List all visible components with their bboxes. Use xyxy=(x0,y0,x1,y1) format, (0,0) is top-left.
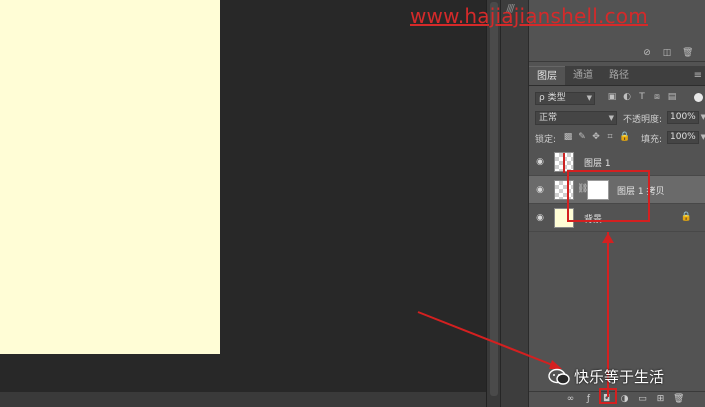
opacity-label: 不透明度: xyxy=(623,115,663,125)
blend-row: 正常 ▼ 不透明度: 100% ▼ xyxy=(529,109,705,127)
fill-value: 100% xyxy=(670,132,696,142)
opacity-value: 100% xyxy=(670,112,696,122)
layers-bottom-toolbar: ∞ ƒ ◘ ◑ ▭ ⊞ 🗑 xyxy=(529,391,705,407)
status-bar xyxy=(0,392,486,407)
filter-toggle[interactable] xyxy=(694,93,703,102)
chevron-down-icon[interactable]: ▼ xyxy=(701,113,705,121)
lock-artboard-icon[interactable]: ⌗ xyxy=(605,132,615,142)
document-canvas[interactable] xyxy=(0,0,220,354)
wechat-logo-icon xyxy=(548,368,570,385)
layer-name[interactable]: 图层 1 xyxy=(584,156,611,169)
wechat-badge: 快乐等于生活 xyxy=(548,366,664,387)
adjustment-layer-icon[interactable]: ◑ xyxy=(619,394,630,405)
visibility-eye-icon[interactable]: ◉ xyxy=(535,213,545,223)
visibility-eye-icon[interactable]: ◉ xyxy=(535,157,545,167)
lock-position-icon[interactable]: ✥ xyxy=(591,132,601,142)
delete-layer-icon[interactable]: 🗑 xyxy=(673,394,684,405)
chevron-down-icon[interactable]: ▼ xyxy=(701,133,705,141)
new-layer-icon[interactable]: ⊞ xyxy=(655,394,666,405)
lock-icon: 🔒 xyxy=(680,212,692,222)
shape-filter-icon[interactable]: ⧈ xyxy=(652,92,662,102)
lock-all-icon[interactable]: 🔒 xyxy=(619,132,630,142)
lock-pixels-icon[interactable]: ▩ xyxy=(563,132,573,142)
filter-kind-value: ρ 类型 xyxy=(539,93,566,103)
tab-paths[interactable]: 路径 xyxy=(601,66,637,85)
trash-icon[interactable]: 🗑 xyxy=(682,48,693,58)
opacity-input[interactable]: 100% xyxy=(667,111,699,124)
annotation-highlight-mask xyxy=(567,170,650,222)
lock-row: 锁定: ▩ ✎ ✥ ⌗ 🔒 填充: 100% ▼ xyxy=(529,129,705,147)
fill-input[interactable]: 100% xyxy=(667,131,699,144)
blend-mode-value: 正常 xyxy=(539,113,558,123)
filter-kind-select[interactable]: ρ 类型 ▼ xyxy=(535,92,595,105)
adjust-filter-icon[interactable]: ◐ xyxy=(622,92,632,102)
wechat-account-name: 快乐等于生活 xyxy=(574,368,665,386)
vertical-scrollbar[interactable] xyxy=(486,0,500,407)
lock-paint-icon[interactable]: ✎ xyxy=(577,132,587,142)
smart-filter-icon[interactable]: ▤ xyxy=(667,92,677,102)
chevron-down-icon: ▼ xyxy=(586,94,592,102)
lock-label: 锁定: xyxy=(535,135,557,145)
prohibit-icon[interactable]: ⊘ xyxy=(642,48,652,58)
fx-icon[interactable]: ƒ xyxy=(583,394,594,405)
new-group-icon[interactable]: ▭ xyxy=(637,394,648,405)
annotation-highlight-mask-button xyxy=(599,388,617,404)
new-snapshot-icon[interactable]: ◫ xyxy=(662,48,672,58)
layer-thumbnail xyxy=(554,152,574,173)
panel-menu-icon[interactable]: ≡ xyxy=(694,66,702,86)
image-filter-icon[interactable]: ▣ xyxy=(607,92,617,102)
panel-tabs: 图层 通道 路径 ≡ xyxy=(529,66,705,86)
canvas-area[interactable] xyxy=(0,0,486,407)
chevron-down-icon: ▼ xyxy=(608,114,614,122)
filter-row: ρ 类型 ▼ ▣ ◐ T ⧈ ▤ xyxy=(529,89,705,107)
type-filter-icon[interactable]: T xyxy=(637,92,647,102)
scrollbar-thumb[interactable] xyxy=(490,2,498,396)
watermark-url: www.hajiajianshell.com xyxy=(410,4,648,28)
tab-layers[interactable]: 图层 xyxy=(529,66,565,85)
blend-mode-select[interactable]: 正常 ▼ xyxy=(535,111,617,125)
link-layers-icon[interactable]: ∞ xyxy=(565,394,576,405)
visibility-eye-icon[interactable]: ◉ xyxy=(535,185,545,195)
tab-channels[interactable]: 通道 xyxy=(565,66,601,85)
dock-collapsed-strip xyxy=(500,0,528,407)
fill-label: 填充: xyxy=(641,135,663,145)
